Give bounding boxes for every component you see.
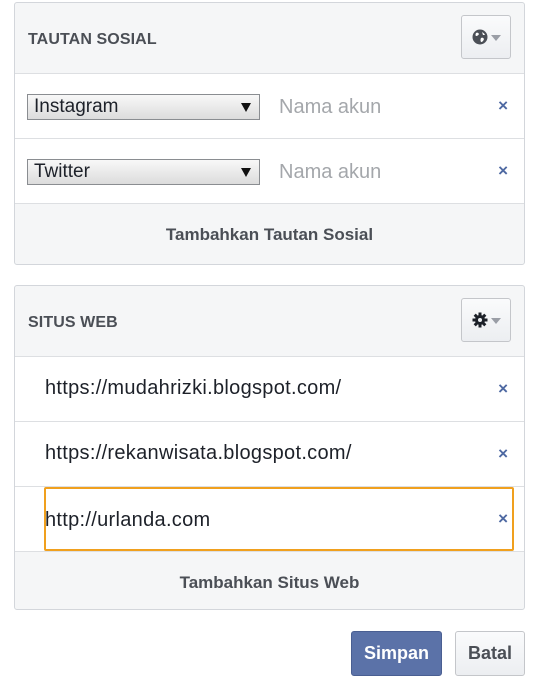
social-link-row: Twitter × xyxy=(15,139,524,204)
gear-icon xyxy=(472,312,487,328)
website-title: SITUS WEB xyxy=(28,314,118,331)
chevron-down-icon xyxy=(490,318,501,324)
website-row: https://mudahrizki.blogspot.com/ × xyxy=(15,357,524,422)
cancel-button[interactable]: Batal xyxy=(455,631,525,676)
website-row: https://rekanwisata.blogspot.com/ × xyxy=(15,422,524,487)
platform-select[interactable]: Instagram xyxy=(27,94,260,120)
remove-social-link-button[interactable]: × xyxy=(498,96,508,116)
social-links-header: TAUTAN SOSIAL xyxy=(15,3,524,74)
platform-select[interactable]: Twitter xyxy=(27,159,260,185)
website-url[interactable]: https://rekanwisata.blogspot.com/ xyxy=(45,442,352,465)
privacy-dropdown-button[interactable] xyxy=(461,15,511,59)
website-url-input[interactable] xyxy=(45,507,445,533)
globe-icon xyxy=(472,29,487,45)
website-card: SITUS WEB https://mudahrizki.blogspot.co… xyxy=(14,285,525,610)
website-url[interactable]: https://mudahrizki.blogspot.com/ xyxy=(45,377,341,400)
select-arrow-icon xyxy=(241,168,251,177)
add-website-button[interactable]: Tambahkan Situs Web xyxy=(15,552,524,613)
social-links-card: TAUTAN SOSIAL Instagram × Twitter × Tamb… xyxy=(14,2,525,265)
add-social-link-button[interactable]: Tambahkan Tautan Sosial xyxy=(15,204,524,265)
social-link-row: Instagram × xyxy=(15,74,524,139)
chevron-down-icon xyxy=(490,35,501,41)
website-input-row: × xyxy=(15,487,524,552)
remove-website-button[interactable]: × xyxy=(498,444,508,464)
save-button[interactable]: Simpan xyxy=(351,631,442,676)
platform-select-value: Instagram xyxy=(34,96,119,117)
remove-website-button[interactable]: × xyxy=(498,379,508,399)
remove-social-link-button[interactable]: × xyxy=(498,161,508,181)
settings-dropdown-button[interactable] xyxy=(461,298,511,342)
website-header: SITUS WEB xyxy=(15,286,524,357)
social-links-title: TAUTAN SOSIAL xyxy=(28,31,157,48)
select-arrow-icon xyxy=(241,103,251,112)
remove-website-button[interactable]: × xyxy=(498,509,508,529)
platform-select-value: Twitter xyxy=(34,161,90,182)
account-name-input[interactable] xyxy=(279,94,479,120)
account-name-input[interactable] xyxy=(279,159,479,185)
